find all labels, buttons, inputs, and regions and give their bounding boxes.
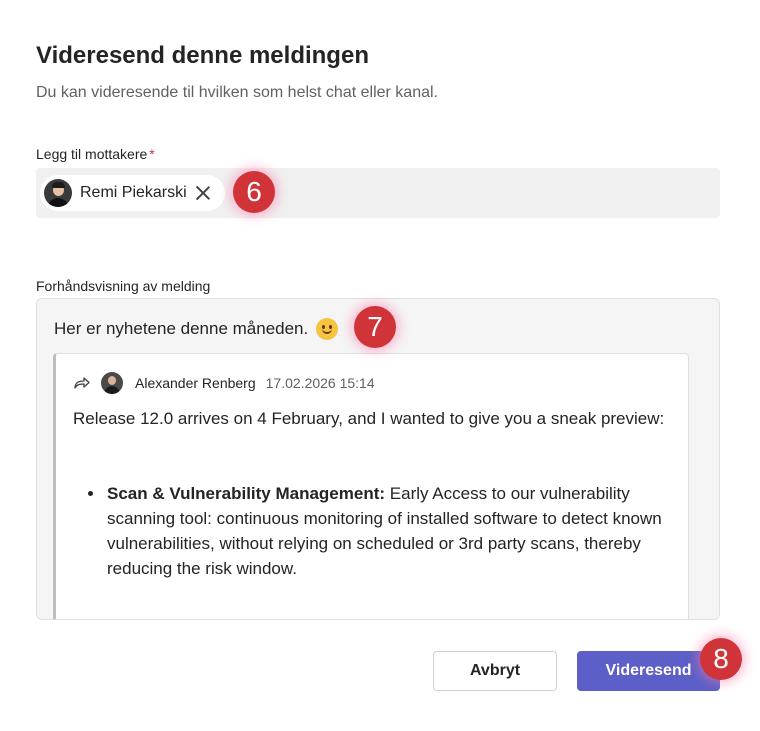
quoted-bullet-list: Scan & Vulnerability Management: Early A…: [105, 481, 683, 581]
step-badge-7: 7: [354, 306, 396, 348]
forward-send-button[interactable]: Videresend: [577, 651, 720, 691]
quoted-intro: Release 12.0 arrives on 4 February, and …: [73, 409, 665, 428]
dialog-title: Videresend denne meldingen: [36, 42, 369, 69]
close-icon[interactable]: [193, 183, 213, 203]
recipient-chip: Remi Piekarski: [40, 175, 225, 211]
recipients-label: Legg til mottakere *: [36, 146, 155, 162]
required-mark: *: [149, 146, 155, 162]
quoted-message-header: Alexander Renberg 17.02.2026 15:14: [73, 372, 375, 394]
forward-icon: [73, 376, 91, 390]
quoted-author: Alexander Renberg: [135, 375, 256, 391]
step-badge-6: 6: [233, 171, 275, 213]
avatar: [44, 179, 72, 207]
recipients-label-text: Legg til mottakere: [36, 146, 148, 162]
recipients-input[interactable]: Remi Piekarski: [36, 168, 720, 218]
quoted-timestamp: 17.02.2026 15:14: [265, 375, 375, 391]
quoted-body: Release 12.0 arrives on 4 February, and …: [73, 406, 683, 581]
list-item: Scan & Vulnerability Management: Early A…: [105, 481, 683, 581]
preview-message: Her er nyhetene denne måneden.: [54, 318, 339, 340]
preview-message-text: Her er nyhetene denne måneden.: [54, 319, 309, 338]
bullet-heading: Scan & Vulnerability Management:: [107, 484, 386, 503]
step-badge-8: 8: [700, 638, 742, 680]
cancel-button[interactable]: Avbryt: [433, 651, 557, 691]
smile-emoji-icon: [316, 318, 339, 340]
avatar: [101, 372, 123, 394]
quoted-message: Alexander Renberg 17.02.2026 15:14 Relea…: [53, 353, 689, 619]
dialog-subtitle: Du kan videresende til hvilken som helst…: [36, 84, 438, 101]
preview-label: Forhåndsvisning av melding: [36, 278, 211, 294]
recipient-name: Remi Piekarski: [80, 184, 187, 201]
